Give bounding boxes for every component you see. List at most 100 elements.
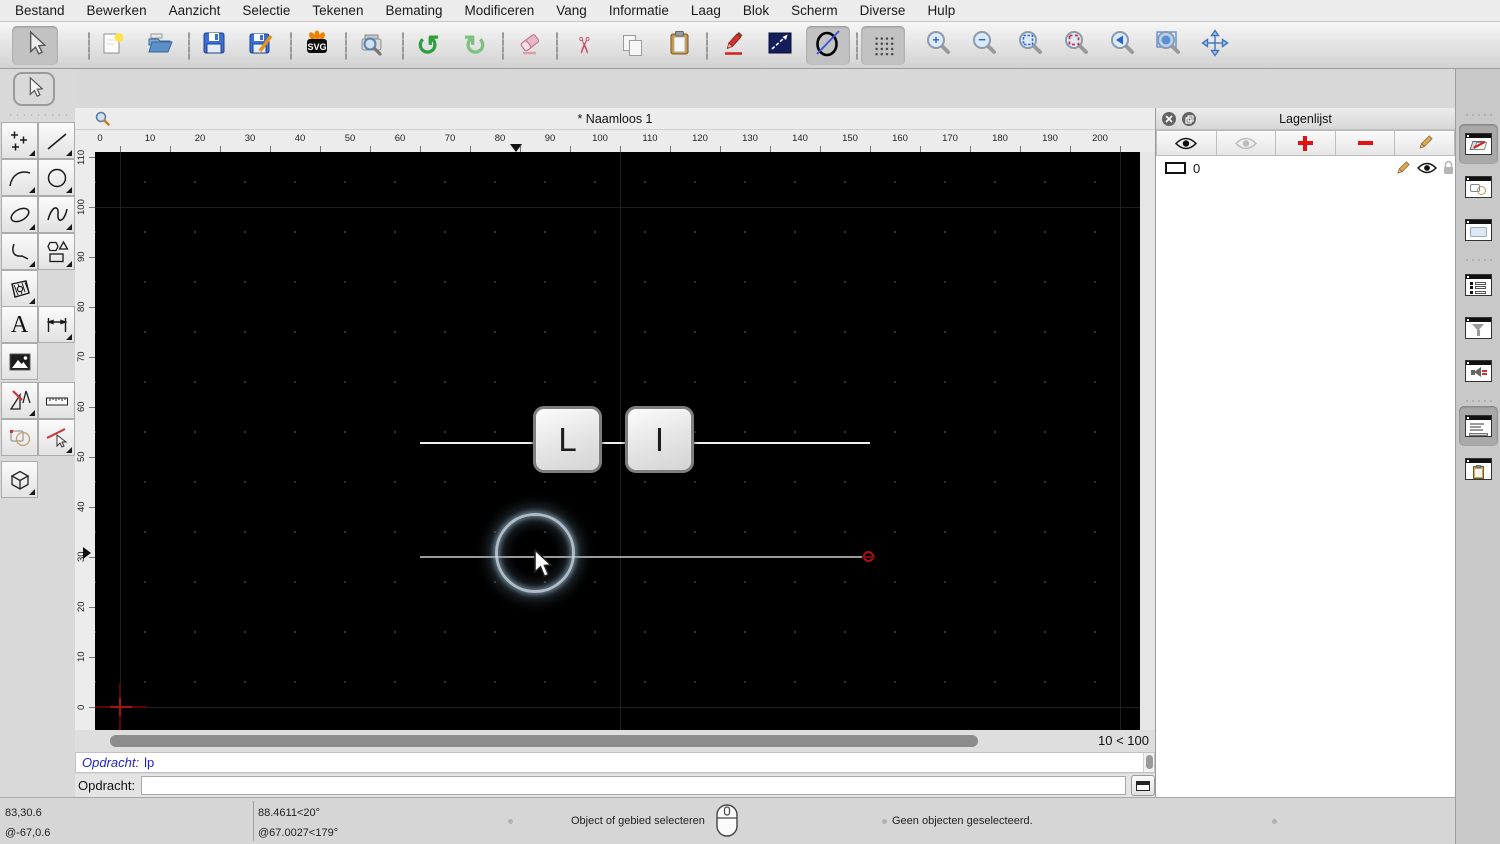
line-tool[interactable] — [38, 122, 75, 159]
polyline-tool[interactable] — [1, 233, 38, 270]
layer-edit-button[interactable] — [1395, 130, 1455, 156]
linestyle-button[interactable] — [760, 26, 800, 65]
layer-row-0[interactable]: 0 — [1156, 156, 1455, 180]
copy-button[interactable] — [612, 26, 652, 65]
menu-vang[interactable]: Vang — [556, 3, 587, 18]
ellipse-tool[interactable] — [1, 196, 38, 233]
command-window-icon — [1136, 780, 1150, 791]
hruler-label: 70 — [444, 133, 456, 144]
keycap-L[interactable]: L — [533, 406, 602, 473]
zoom-extents-button[interactable] — [1010, 26, 1050, 65]
mouse-cursor-arrow — [533, 548, 557, 586]
horizontal-scrollbar-thumb[interactable] — [110, 735, 978, 747]
hruler-label: 80 — [494, 133, 506, 144]
hruler-label: 170 — [942, 133, 958, 144]
clipboard-panel-toggle[interactable] — [1459, 449, 1498, 489]
menu-modificeren[interactable]: Modificeren — [465, 3, 535, 18]
drawn-line-lower[interactable] — [420, 556, 869, 558]
select-tool-button[interactable] — [12, 26, 58, 65]
paste-button[interactable] — [659, 26, 699, 65]
save-button[interactable] — [194, 26, 234, 65]
text-tool-glyph: A — [10, 311, 29, 338]
announce-panel-toggle[interactable] — [1459, 351, 1498, 391]
layer-edit-pencil-icon[interactable] — [1394, 160, 1411, 180]
layer-color-swatch[interactable] — [1165, 162, 1186, 174]
save-as-button[interactable] — [241, 26, 281, 65]
zoom-previous-button[interactable] — [1102, 26, 1142, 65]
vruler-label: 50 — [76, 451, 87, 463]
menu-bewerken[interactable]: Bewerken — [87, 3, 147, 18]
layer-lock-icon[interactable] — [1442, 160, 1455, 178]
image-tool[interactable] — [1, 343, 38, 380]
line-endpoint-marker[interactable] — [862, 551, 875, 562]
layer-hide-all-button[interactable] — [1216, 130, 1277, 156]
arc-tool[interactable] — [1, 159, 38, 196]
cut-button[interactable]: ✂ — [564, 26, 604, 65]
trim-tool[interactable] — [38, 419, 75, 456]
layer-show-all-button[interactable] — [1156, 130, 1217, 156]
dimension-tool[interactable] — [38, 306, 75, 343]
panel-close-button[interactable] — [1162, 112, 1176, 126]
eraser-button[interactable] — [510, 26, 550, 65]
menu-hulp[interactable]: Hulp — [927, 3, 955, 18]
keycap-I[interactable]: I — [625, 406, 694, 473]
palette-drag-handle[interactable] — [7, 114, 67, 116]
panel-dock-button[interactable] — [1182, 112, 1196, 126]
drafting-tools[interactable] — [1, 382, 38, 419]
edit-pencil-button[interactable] — [714, 26, 754, 65]
open-document-button[interactable] — [140, 26, 180, 65]
hatch-tool[interactable] — [1, 270, 38, 307]
layer-visibility-eye-icon[interactable] — [1417, 162, 1437, 177]
menu-blok[interactable]: Blok — [743, 3, 769, 18]
list-panel-toggle[interactable] — [1459, 265, 1498, 305]
zoom-out-button[interactable]: − — [964, 26, 1004, 65]
text-tool[interactable]: A — [1, 306, 38, 343]
canvas-vertical-scrollbar[interactable] — [1140, 152, 1155, 730]
menu-informatie[interactable]: Informatie — [609, 3, 669, 18]
layer-add-button[interactable] — [1276, 130, 1336, 156]
palette-select-button[interactable] — [13, 72, 55, 106]
menu-scherm[interactable]: Scherm — [791, 3, 838, 18]
spline-tool[interactable] — [38, 196, 75, 233]
new-document-button[interactable] — [93, 26, 133, 65]
toolbar-separator — [88, 32, 90, 60]
point-tool[interactable] — [1, 122, 38, 159]
command-panel-toggle[interactable] — [1459, 406, 1498, 446]
menu-tekenen[interactable]: Tekenen — [312, 3, 363, 18]
menu-laag[interactable]: Laag — [691, 3, 721, 18]
ellipse-line-tool-button[interactable] — [806, 26, 850, 65]
box-3d-tool[interactable] — [1, 461, 38, 498]
menu-bemating[interactable]: Bemating — [385, 3, 442, 18]
filter-panel-toggle[interactable] — [1459, 308, 1498, 348]
view-magnifier-icon[interactable] — [95, 111, 110, 129]
modify-shapes-tool[interactable] — [1, 419, 38, 456]
svg-export-button[interactable]: SVG — [297, 26, 337, 65]
panel-dock-strip — [1455, 69, 1500, 844]
pan-button[interactable] — [1195, 26, 1235, 65]
grid-toggle-button[interactable] — [861, 26, 905, 65]
shapes-window-icon — [1465, 176, 1492, 198]
zoom-selection-button[interactable] — [1056, 26, 1096, 65]
menu-bestand[interactable]: Bestand — [15, 3, 65, 18]
undo-button[interactable]: ↺ — [408, 26, 448, 65]
layer-remove-button[interactable] — [1335, 130, 1396, 156]
zoom-in-button[interactable]: + — [918, 26, 958, 65]
circle-tool[interactable] — [38, 159, 75, 196]
history-scrollbar[interactable] — [1143, 753, 1154, 772]
layers-panel-toggle[interactable] — [1459, 124, 1498, 164]
drawing-canvas[interactable]: L I — [95, 152, 1140, 730]
zoom-window-button[interactable] — [1148, 26, 1188, 65]
print-preview-button[interactable] — [352, 26, 392, 65]
menu-aanzicht[interactable]: Aanzicht — [169, 3, 221, 18]
measure-ruler-tool[interactable] — [38, 382, 75, 419]
properties-panel-toggle[interactable] — [1459, 167, 1498, 207]
redo-button[interactable]: ↻ — [455, 26, 495, 65]
command-window-button[interactable] — [1131, 775, 1155, 796]
strip-drag-handle[interactable] — [1464, 114, 1492, 116]
blank-panel-toggle[interactable] — [1459, 210, 1498, 250]
menu-diverse[interactable]: Diverse — [860, 3, 906, 18]
polygon-tool[interactable] — [38, 233, 75, 270]
command-input[interactable] — [141, 776, 1126, 795]
menu-selectie[interactable]: Selectie — [242, 3, 290, 18]
zoom-previous-icon — [1108, 29, 1136, 62]
